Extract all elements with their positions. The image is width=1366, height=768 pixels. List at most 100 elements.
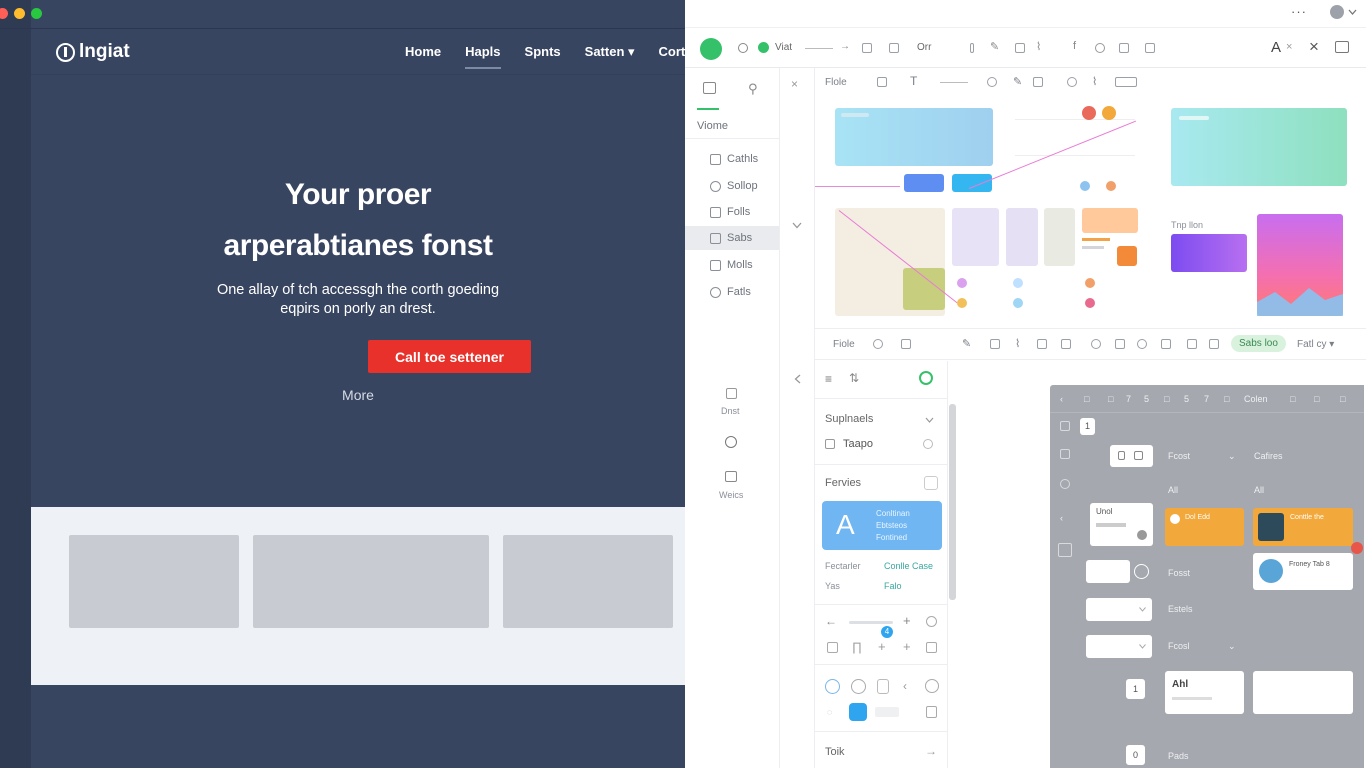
swatch-peach[interactable]	[1082, 208, 1138, 233]
sidebar-item-molls[interactable]: Molls	[710, 259, 753, 271]
sidebar-item-sollop[interactable]: Sollop	[710, 180, 758, 192]
add-icon[interactable]	[924, 476, 938, 490]
tool-icon[interactable]	[1058, 543, 1072, 557]
brush-tool-icon[interactable]: ⌇	[1092, 75, 1097, 88]
flow-node[interactable]: Unol	[1090, 503, 1153, 546]
search-icon[interactable]	[1091, 339, 1101, 349]
lock-icon[interactable]	[1115, 339, 1125, 349]
chevron-left-icon[interactable]: ‹	[1060, 513, 1063, 523]
flow-toolbar-icon[interactable]: 7	[1204, 394, 1209, 404]
flow-toolbar-icon[interactable]: □	[1290, 394, 1295, 404]
swatch-lilac[interactable]	[1006, 208, 1038, 266]
eye-icon[interactable]: ◌	[827, 707, 832, 717]
swatch-sage[interactable]	[1044, 208, 1075, 266]
nav-satten-dropdown[interactable]: Satten ▾	[585, 44, 635, 60]
mic-icon[interactable]	[1037, 339, 1047, 349]
facebook-icon[interactable]: f	[1073, 40, 1076, 52]
comment-icon[interactable]	[873, 339, 883, 349]
history-icon[interactable]	[738, 43, 748, 53]
back-icon[interactable]: ‹	[903, 679, 907, 693]
copy-icon[interactable]	[1209, 339, 1219, 349]
status-ring-icon[interactable]	[919, 371, 933, 385]
placeholder-card[interactable]	[253, 535, 489, 628]
share-icon[interactable]	[1119, 43, 1129, 53]
sort-icon[interactable]: ⇅	[849, 371, 859, 385]
menu-icon[interactable]: ≡	[825, 372, 832, 386]
flow-node[interactable]	[1253, 671, 1353, 714]
more-menu-icon[interactable]: ···	[1291, 4, 1307, 19]
link-icon[interactable]: ⚲	[748, 81, 758, 97]
close-icon[interactable]: ×	[1309, 37, 1319, 57]
dropdown-node[interactable]	[1086, 598, 1152, 621]
doc-icon[interactable]	[926, 706, 937, 718]
flow-node[interactable]: Ahl	[1165, 671, 1244, 714]
flow-toolbar-icon[interactable]: □	[1084, 394, 1089, 404]
dropdown-node[interactable]	[1086, 635, 1152, 658]
list-icon[interactable]	[862, 43, 872, 53]
swatch-lavender[interactable]	[952, 208, 999, 266]
step-node[interactable]: 1	[1080, 418, 1095, 435]
flow-toolbar-icon[interactable]: □	[1164, 394, 1169, 404]
globe-icon[interactable]	[925, 679, 939, 693]
placeholder-card[interactable]	[69, 535, 239, 628]
brush-icon[interactable]: ⌇	[1015, 337, 1020, 350]
lock-icon[interactable]	[926, 642, 937, 653]
hero-frame-thumbnail[interactable]	[835, 108, 993, 166]
field-value[interactable]: Yas	[825, 581, 840, 591]
nav-home[interactable]: Home	[405, 44, 441, 60]
input-chip[interactable]	[875, 707, 899, 717]
history-icon[interactable]	[851, 679, 866, 694]
plus-icon[interactable]: +	[878, 639, 886, 654]
count-node[interactable]: 0	[1126, 745, 1145, 765]
chevron-down-icon[interactable]: ⌄	[1228, 641, 1236, 652]
active-tool-icon[interactable]	[849, 703, 867, 721]
flow-toolbar-icon[interactable]: □	[1340, 394, 1345, 404]
ellipse-tool-icon[interactable]	[987, 77, 997, 87]
arrow-right-icon[interactable]: →	[840, 41, 850, 52]
flow-node-orange[interactable]: Conttle the	[1253, 508, 1353, 546]
tool-icon[interactable]	[1060, 449, 1070, 459]
purple-card[interactable]	[1171, 234, 1247, 272]
chevron-down-icon[interactable]	[925, 417, 934, 423]
play-icon[interactable]	[1137, 339, 1147, 349]
pen-icon[interactable]: ✎	[962, 337, 971, 350]
tool-icon[interactable]	[1060, 479, 1070, 489]
home-icon[interactable]	[703, 82, 716, 94]
gradient-poster[interactable]	[1257, 214, 1343, 316]
profile-node[interactable]: Froney Tab 8	[1253, 553, 1353, 590]
image-tool-icon[interactable]	[1033, 77, 1043, 87]
arrow-left-icon[interactable]: ←	[825, 614, 837, 628]
flow-toolbar-icon[interactable]: 5	[1184, 394, 1189, 404]
field-value[interactable]: Falo	[884, 581, 902, 591]
chart-icon[interactable]	[825, 679, 840, 694]
pen-icon[interactable]: ✎	[990, 40, 999, 53]
more-link[interactable]: More	[31, 387, 685, 403]
flow-node[interactable]	[1086, 560, 1130, 583]
undo-icon[interactable]	[901, 339, 911, 349]
circle-icon[interactable]	[1095, 43, 1105, 53]
count-node[interactable]: 1	[1126, 679, 1145, 699]
zoom-chip[interactable]	[1115, 77, 1137, 87]
comment-tool-icon[interactable]	[1067, 77, 1077, 87]
flow-toolbar-icon[interactable]: 5	[1144, 394, 1149, 404]
flow-toolbar-icon[interactable]: 7	[1126, 394, 1131, 404]
chevron-down-icon[interactable]: ⌄	[1228, 451, 1236, 462]
mobile-frame-thumbnail[interactable]	[1171, 108, 1347, 186]
app-logo-icon[interactable]	[700, 38, 722, 60]
shape-icon[interactable]	[1015, 43, 1025, 53]
layers-icon[interactable]	[725, 471, 737, 482]
grid-icon[interactable]	[1187, 339, 1197, 349]
zoom-window-button[interactable]	[31, 8, 42, 19]
home-icon[interactable]	[726, 388, 737, 399]
layer-item[interactable]: Taapo	[843, 438, 873, 450]
swatch-orange[interactable]	[1117, 246, 1137, 266]
nav-hapls[interactable]: Hapls	[465, 44, 501, 69]
plus-icon[interactable]: +	[903, 639, 911, 654]
flow-toolbar-icon[interactable]: □	[1314, 394, 1319, 404]
flow-toolbar-icon[interactable]: □	[1108, 394, 1113, 404]
list-icon[interactable]	[1061, 339, 1071, 349]
clock-icon[interactable]	[1134, 564, 1149, 579]
chevron-down-icon[interactable]	[792, 222, 802, 229]
brush-icon[interactable]: ⌇	[1036, 40, 1041, 53]
cta-button[interactable]: Call toe settener	[368, 340, 531, 373]
